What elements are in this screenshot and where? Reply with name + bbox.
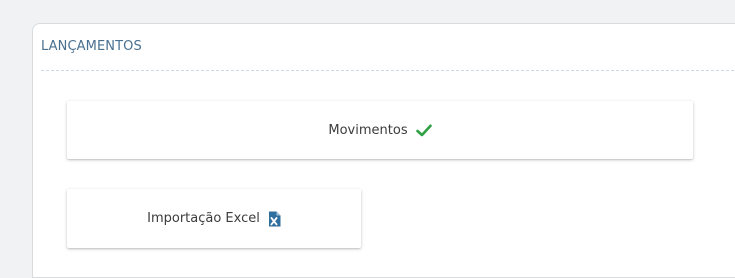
panel-title: LANÇAMENTOS [41,39,142,54]
excel-file-icon [268,211,281,227]
importacao-excel-button[interactable]: Importação Excel [67,189,361,248]
movimentos-label: Movimentos [328,122,408,138]
check-icon [415,124,432,137]
importacao-excel-label: Importação Excel [147,211,260,226]
movimentos-button[interactable]: Movimentos [67,101,693,159]
lancamentos-panel: LANÇAMENTOS Movimentos Importação Excel [32,23,735,278]
title-divider [41,70,735,71]
